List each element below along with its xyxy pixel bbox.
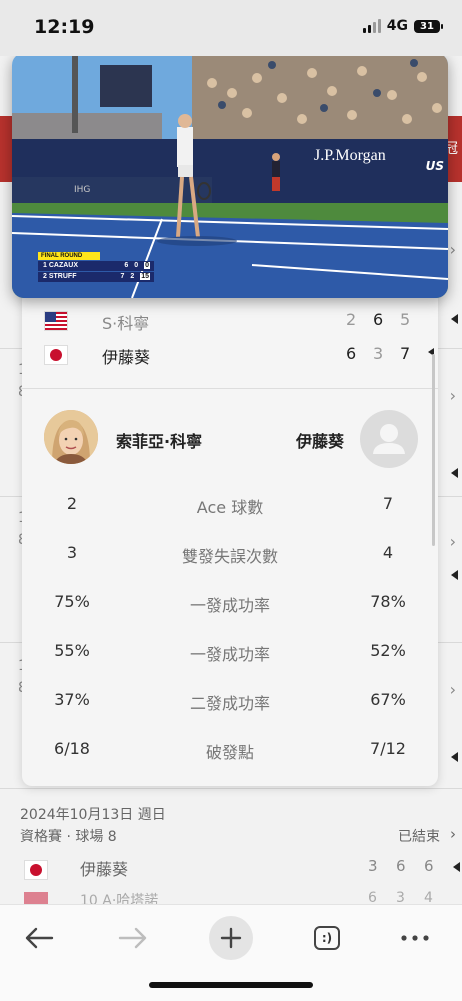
match-court: 資格賽 · 球場 8 (20, 829, 117, 845)
chevron-right-icon[interactable]: › (450, 240, 456, 259)
stat-left-value: 37% (54, 690, 90, 709)
video-player-sets: 7 2 (120, 273, 137, 280)
player-avatar-left[interactable] (44, 410, 98, 464)
divider (0, 788, 462, 789)
divider (22, 388, 438, 389)
stat-right-value: 52% (370, 641, 406, 660)
stat-row-second-serve: 37% 二發成功率 67% (22, 686, 438, 716)
stat-label: Ace 球數 (196, 498, 264, 517)
video-round-label: FINAL ROUND (38, 252, 100, 260)
arrow-left-icon (25, 927, 54, 949)
player-avatar-placeholder-icon[interactable] (360, 410, 418, 468)
video-sponsor-text: J.P.Morgan (314, 147, 386, 164)
set-score: 5 (400, 310, 411, 329)
stat-left-value: 55% (54, 641, 90, 660)
match-date: 2024年10月13日 週日 (20, 807, 166, 823)
stat-right-value: 78% (370, 592, 406, 611)
battery-icon: 31 (414, 19, 443, 33)
stat-row-aces: 2 Ace 球數 7 (22, 490, 438, 520)
serve-indicator-icon (451, 468, 458, 478)
serve-indicator-icon (451, 752, 458, 762)
video-player-name: CAZAUX (48, 262, 79, 269)
set-score: 3 (373, 344, 384, 363)
player-name: 伊藤葵 (80, 860, 129, 879)
stat-row-first-serve: 75% 一發成功率 78% (22, 588, 438, 618)
score-row-player-1: S·科寧 2 6 5 (22, 304, 438, 338)
japan-flag-icon (44, 345, 68, 365)
back-button[interactable] (12, 913, 66, 963)
stat-label: 破發點 (205, 743, 254, 762)
more-menu-button[interactable] (388, 913, 442, 963)
tabs-icon: :) (314, 926, 340, 950)
set-score: 6 (373, 310, 384, 329)
player-name: S·科寧 (102, 314, 150, 333)
serve-indicator-icon (451, 570, 458, 580)
usa-flag-icon (44, 311, 68, 331)
set-score: 6 (346, 344, 357, 363)
player-left-name: 索菲亞·科寧 (116, 432, 203, 451)
network-type: 4G (386, 18, 408, 34)
video-court-sponsor: IHG (74, 185, 91, 195)
new-tab-button[interactable] (204, 913, 258, 963)
set-score: 3 (368, 857, 378, 875)
video-player-name: STRUFF (48, 273, 77, 280)
match-stats-card[interactable]: S·科寧 2 6 5 伊藤葵 6 3 7 索菲亞·科寧 伊藤葵 2 Ace 球數… (22, 290, 438, 786)
status-icons: 4G 31 (362, 18, 443, 34)
set-score: 7 (400, 344, 411, 363)
chevron-right-icon[interactable]: › (450, 680, 456, 699)
stat-left-value: 3 (66, 543, 78, 562)
video-player-seed: 1 (43, 262, 47, 269)
video-player-seed: 2 (43, 273, 47, 280)
arrow-right-icon (118, 927, 147, 949)
match-player-row: 伊藤葵 3 6 6 (20, 852, 460, 886)
set-score: 2 (346, 310, 357, 329)
video-player-pip[interactable]: J.P.Morgan US IHG FINAL ROUND 1 CAZAUX 6… (12, 53, 448, 298)
status-time: 12:19 (34, 16, 95, 38)
serve-indicator-icon (453, 862, 460, 872)
video-player-game: 0 (144, 262, 150, 269)
stat-right-value: 7 (382, 494, 394, 513)
stat-right-value: 4 (382, 543, 394, 562)
more-dots-icon (401, 935, 429, 941)
player-name: 伊藤葵 (102, 348, 151, 367)
video-score-ticker: FINAL ROUND 1 CAZAUX 6 0 0 2 STRUFF 7 2 … (38, 252, 154, 282)
player-header: 索菲亞·科寧 伊藤葵 (22, 408, 438, 468)
player-right-name: 伊藤葵 (295, 432, 344, 451)
stat-left-value: 75% (54, 592, 90, 611)
stat-label: 二發成功率 (189, 694, 270, 713)
stat-left-value: 2 (66, 494, 78, 513)
match-status: 已結束 (398, 829, 440, 845)
stat-right-value: 67% (370, 690, 406, 709)
stat-label: 雙發失誤次數 (181, 547, 278, 566)
plus-icon (220, 927, 242, 949)
video-event-text: US (425, 159, 444, 173)
score-row-player-2: 伊藤葵 6 3 7 (22, 338, 438, 372)
match-player-row: 10 A·哈塔諾 6 3 4 (20, 886, 460, 906)
signal-icon (362, 19, 381, 33)
home-indicator[interactable] (149, 982, 313, 988)
stat-label: 一發成功率 (189, 645, 270, 664)
set-score: 6 (396, 857, 406, 875)
stat-label: 一發成功率 (189, 596, 270, 615)
video-player-game: 15 (140, 273, 150, 280)
video-player-sets: 6 0 (124, 262, 141, 269)
japan-flag-icon (24, 860, 48, 880)
stat-row-double-faults: 3 雙發失誤次數 4 (22, 539, 438, 569)
chevron-right-icon[interactable]: › (450, 386, 456, 405)
tabs-button[interactable]: :) (300, 913, 354, 963)
forward-button[interactable] (106, 913, 160, 963)
status-bar: 12:19 4G 31 (0, 0, 462, 56)
stat-left-value: 6/18 (54, 739, 90, 758)
stat-row-first-serve-pct: 55% 一發成功率 52% (22, 637, 438, 667)
serve-indicator-icon (451, 314, 458, 324)
video-score-line: 2 STRUFF 7 2 15 (38, 272, 154, 282)
chevron-right-icon[interactable]: › (450, 532, 456, 551)
video-score-line: 1 CAZAUX 6 0 0 (38, 261, 154, 271)
stat-right-value: 7/12 (370, 739, 406, 758)
set-score: 6 (424, 857, 434, 875)
chevron-right-icon[interactable]: › (450, 825, 456, 843)
stat-row-break-points: 6/18 破發點 7/12 (22, 735, 438, 765)
